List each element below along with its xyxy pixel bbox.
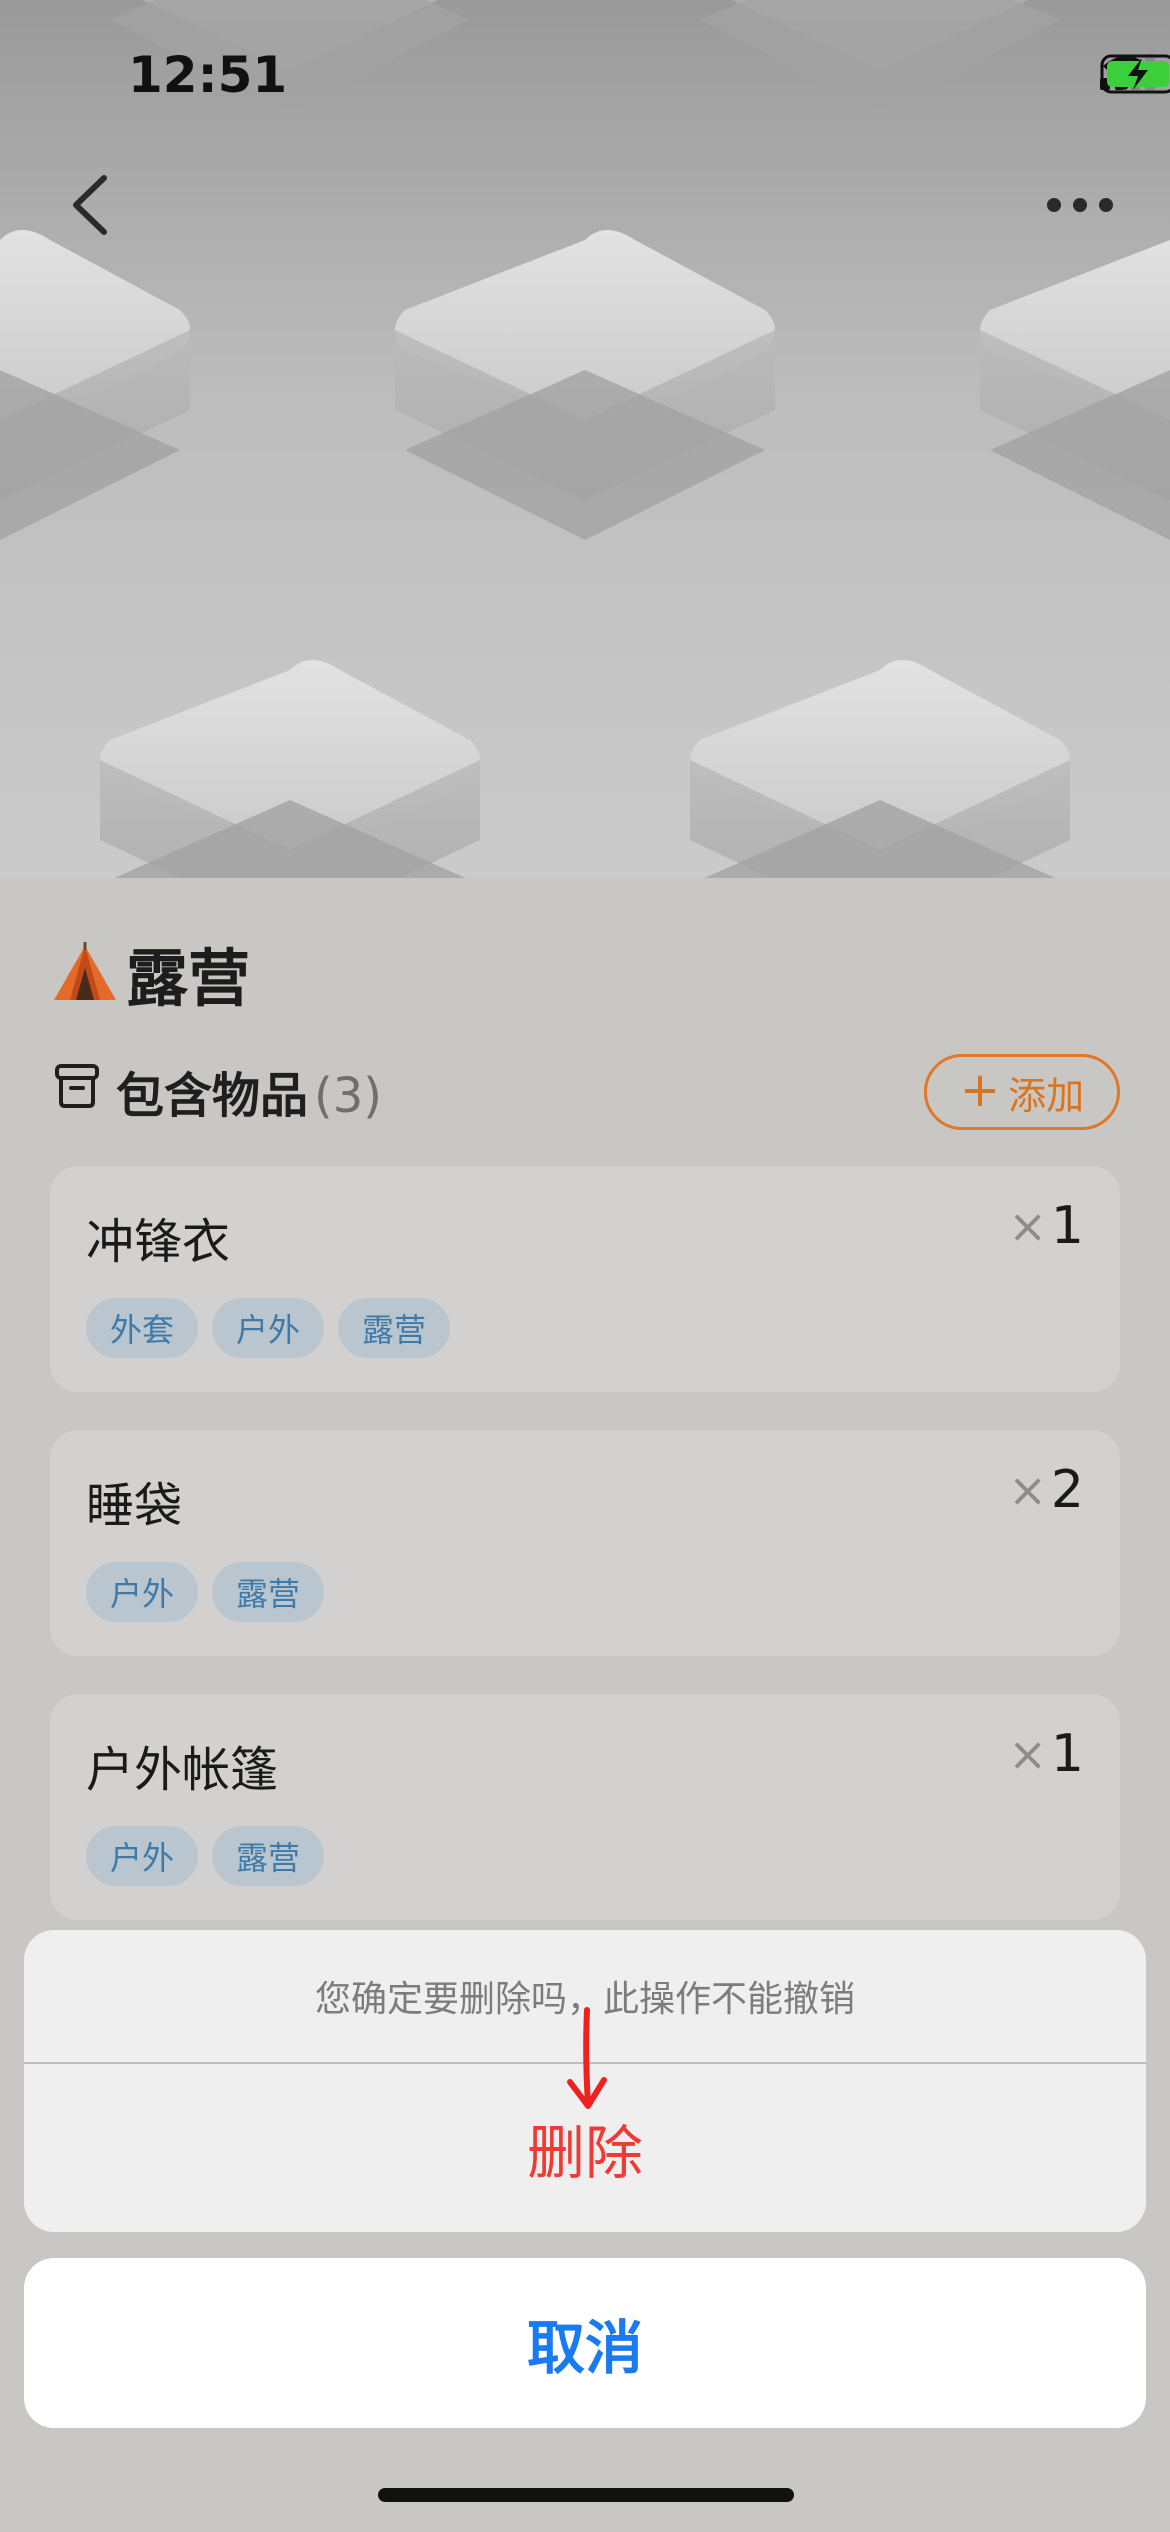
tent-icon — [54, 942, 116, 1000]
item-name: 冲锋衣 — [86, 1214, 231, 1270]
item-quantity: × 1 — [1008, 1724, 1084, 1784]
tag[interactable]: 露营 — [338, 1298, 451, 1358]
chevron-left-icon — [73, 175, 107, 235]
tag-list: 户外 露营 — [86, 1826, 325, 1886]
cancel-button[interactable]: 取消 — [24, 2258, 1146, 2428]
plus-icon: + — [959, 1062, 1001, 1118]
quantity-value: 1 — [1050, 1196, 1084, 1256]
tag-list: 户外 露营 — [86, 1562, 325, 1622]
item-card[interactable]: 户外帐篷 × 1 户外 露营 — [50, 1694, 1120, 1920]
section-title: 包含物品 — [116, 1068, 309, 1124]
status-time: 12:51 — [128, 46, 288, 104]
hero-banner: 12:51 — [0, 0, 1170, 878]
multiply-icon: × — [1008, 1199, 1047, 1253]
item-quantity: × 1 — [1008, 1196, 1084, 1256]
home-indicator[interactable] — [378, 2488, 794, 2502]
section-header: 包含物品 (3) + 添加 — [50, 1048, 1120, 1130]
battery-charging-icon — [1100, 54, 1170, 94]
tag-list: 外套 户外 露营 — [86, 1298, 451, 1358]
item-name: 户外帐篷 — [86, 1742, 279, 1798]
multiply-icon: × — [1008, 1727, 1047, 1781]
tag[interactable]: 露营 — [212, 1562, 325, 1622]
tag[interactable]: 露营 — [212, 1826, 325, 1886]
item-card[interactable]: 睡袋 × 2 户外 露营 — [50, 1430, 1120, 1656]
section-label: 包含物品 (3) — [116, 1056, 382, 1126]
multiply-icon: × — [1008, 1463, 1047, 1517]
title-row: 露营 — [50, 928, 250, 1018]
more-button[interactable] — [1040, 180, 1120, 230]
item-card[interactable]: 冲锋衣 × 1 外套 户外 露营 — [50, 1166, 1120, 1392]
page-title: 露营 — [126, 942, 251, 1015]
tag[interactable]: 户外 — [86, 1562, 199, 1622]
item-quantity: × 2 — [1008, 1460, 1084, 1520]
tag[interactable]: 户外 — [212, 1298, 325, 1358]
quantity-value: 2 — [1050, 1460, 1084, 1520]
ellipsis-icon — [1047, 198, 1113, 212]
item-name: 睡袋 — [86, 1478, 183, 1534]
archive-box-icon — [55, 1064, 99, 1108]
add-button-label: 添加 — [1008, 1073, 1085, 1118]
add-button[interactable]: + 添加 — [924, 1054, 1120, 1130]
arrow-down-icon — [567, 2007, 607, 2109]
tag[interactable]: 户外 — [86, 1826, 199, 1886]
quantity-value: 1 — [1050, 1724, 1084, 1784]
hero-pattern — [0, 0, 1170, 878]
tag[interactable]: 外套 — [86, 1298, 199, 1358]
item-count: (3) — [314, 1068, 383, 1124]
back-button[interactable] — [62, 170, 122, 240]
